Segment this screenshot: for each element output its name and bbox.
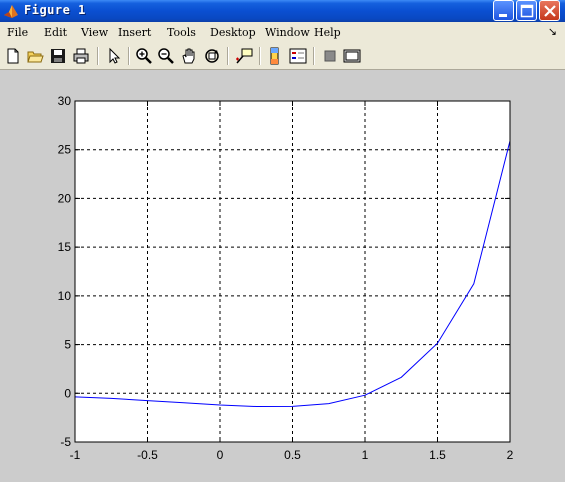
close-icon bbox=[544, 5, 556, 17]
window-title: Figure 1 bbox=[24, 3, 86, 17]
data-cursor-icon[interactable] bbox=[235, 47, 253, 65]
show-plot-tools-icon[interactable] bbox=[343, 47, 361, 65]
insert-legend-icon[interactable] bbox=[289, 47, 307, 65]
minimize-button[interactable] bbox=[493, 0, 514, 21]
y-tick-label: 25 bbox=[58, 143, 72, 157]
title-bar[interactable]: Figure 1 bbox=[0, 0, 565, 22]
new-figure-icon[interactable] bbox=[4, 47, 22, 65]
x-tick-label: 0 bbox=[217, 448, 224, 462]
menu-help[interactable]: Help bbox=[314, 26, 341, 39]
x-tick-label: -1 bbox=[70, 448, 81, 462]
y-tick-label: 0 bbox=[64, 386, 71, 400]
menu-overflow-icon[interactable]: ↘ bbox=[548, 25, 557, 38]
close-button[interactable] bbox=[539, 0, 560, 21]
rotate-3d-icon[interactable] bbox=[203, 47, 221, 65]
y-tick-label: 10 bbox=[58, 289, 72, 303]
open-file-icon[interactable] bbox=[26, 47, 44, 65]
menu-tools[interactable]: Tools bbox=[167, 26, 196, 39]
save-icon[interactable] bbox=[49, 47, 67, 65]
zoom-out-icon[interactable] bbox=[157, 47, 175, 65]
menu-file[interactable]: File bbox=[7, 26, 28, 39]
toolbar-separator bbox=[97, 47, 99, 65]
x-tick-label: 1.5 bbox=[429, 448, 446, 462]
menu-insert[interactable]: Insert bbox=[118, 26, 151, 39]
menu-view[interactable]: View bbox=[81, 26, 108, 39]
menu-bar: File Edit View Insert Tools Desktop Wind… bbox=[0, 22, 565, 43]
y-tick-label: 5 bbox=[64, 338, 71, 352]
minimize-icon bbox=[499, 14, 507, 17]
print-icon[interactable] bbox=[72, 47, 90, 65]
y-tick-label: 20 bbox=[58, 191, 72, 205]
y-tick-label: -5 bbox=[60, 435, 71, 449]
x-tick-label: 0.5 bbox=[284, 448, 301, 462]
x-tick-label: 1 bbox=[362, 448, 369, 462]
edit-plot-icon[interactable] bbox=[105, 47, 123, 65]
insert-colorbar-icon[interactable] bbox=[266, 47, 284, 65]
menu-window[interactable]: Window bbox=[265, 26, 310, 39]
line-chart: -1 -0.5 0 0.5 1 1.5 2 -5 0 5 10 15 20 25 30 bbox=[58, 94, 514, 462]
toolbar bbox=[0, 43, 565, 70]
pan-icon[interactable] bbox=[180, 47, 198, 65]
menu-desktop[interactable]: Desktop bbox=[210, 26, 256, 39]
y-tick-label: 30 bbox=[58, 94, 72, 108]
maximize-button[interactable] bbox=[516, 0, 537, 21]
y-tick-label: 15 bbox=[58, 240, 72, 254]
matlab-logo-icon bbox=[4, 5, 18, 18]
hide-plot-tools-icon[interactable] bbox=[321, 47, 339, 65]
x-tick-label: 2 bbox=[507, 448, 514, 462]
menu-edit[interactable]: Edit bbox=[44, 26, 67, 39]
zoom-in-icon[interactable] bbox=[135, 47, 153, 65]
figure-canvas: -1 -0.5 0 0.5 1 1.5 2 -5 0 5 10 15 20 25 30 bbox=[0, 70, 565, 482]
toolbar-separator bbox=[313, 47, 315, 65]
toolbar-separator bbox=[227, 47, 229, 65]
figure-window: Figure 1 File Edit View Insert Tools Des… bbox=[0, 0, 565, 482]
toolbar-separator bbox=[259, 47, 261, 65]
toolbar-separator bbox=[128, 47, 130, 65]
x-tick-label: -0.5 bbox=[137, 448, 158, 462]
maximize-icon bbox=[520, 4, 534, 18]
